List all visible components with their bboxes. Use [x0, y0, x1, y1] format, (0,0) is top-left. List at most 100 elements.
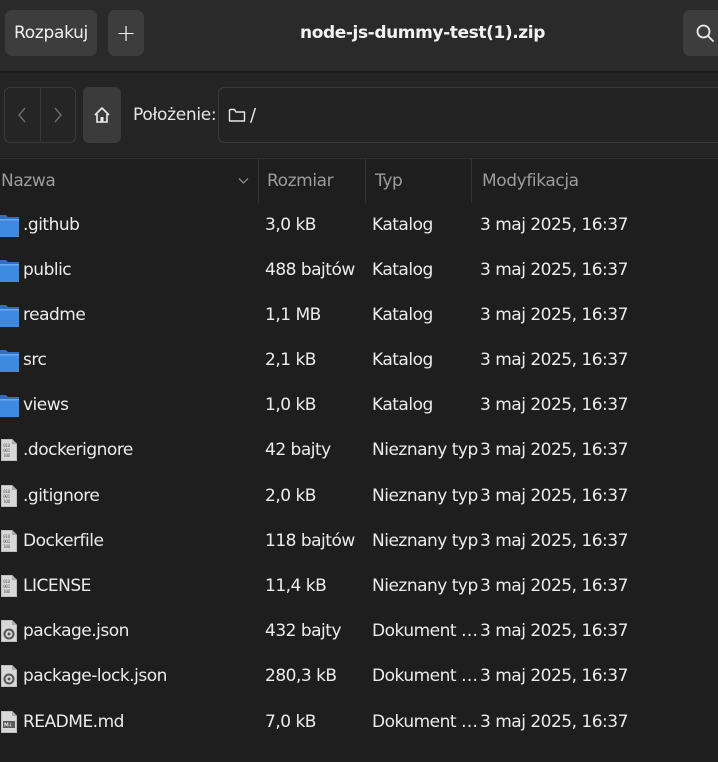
- file-row[interactable]: 010 001 100 .dockerignore 42 bajty Nieznan…: [0, 428, 718, 473]
- file-type: Nieznany typ: [372, 440, 478, 461]
- file-name: readme: [23, 304, 86, 325]
- file-name: views: [23, 395, 69, 416]
- folder-icon: [0, 383, 22, 428]
- extract-button-label: Rozpakuj: [13, 23, 88, 43]
- file-row[interactable]: package-lock.json 280,3 kB Dokument … 3 maj…: [0, 654, 718, 699]
- file-name: package-lock.json: [23, 666, 167, 687]
- file-modified: 3 maj 2025, 16:37: [480, 485, 628, 506]
- file-size: 1,1 MB: [265, 304, 321, 325]
- file-type: Dokument …: [372, 666, 478, 687]
- file-name: .dockerignore: [23, 440, 133, 461]
- file-row[interactable]: public 488 bajtów Katalog 3 maj 2025, 16:37: [0, 247, 718, 292]
- column-header-size[interactable]: Rozmiar: [267, 159, 334, 203]
- file-name: package.json: [23, 621, 129, 642]
- binary-file-icon: 010 001 100: [0, 473, 22, 518]
- binary-file-icon: 010 001 100: [0, 564, 22, 609]
- file-modified: 3 maj 2025, 16:37: [480, 304, 628, 325]
- folder-icon: [0, 247, 22, 292]
- file-row[interactable]: 010 001 100 Dockerfile 118 bajtów Nieznany…: [0, 518, 718, 563]
- file-row[interactable]: 010 001 100 .gitignore 2,0 kB Nieznany typ…: [0, 473, 718, 518]
- file-row[interactable]: views 1,0 kB Katalog 3 maj 2025, 16:37: [0, 383, 718, 428]
- file-name: LICENSE: [23, 576, 91, 596]
- folder-outline-icon: [228, 108, 246, 122]
- file-modified: 3 maj 2025, 16:37: [480, 711, 628, 732]
- search-icon: [696, 24, 714, 42]
- folder-icon: [0, 292, 22, 337]
- svg-text:M↓: M↓: [4, 722, 12, 728]
- file-name: README.md: [23, 711, 124, 732]
- file-modified: 3 maj 2025, 16:37: [480, 440, 628, 461]
- file-row[interactable]: readme 1,1 MB Katalog 3 maj 2025, 16:37: [0, 292, 718, 337]
- file-type: Katalog: [372, 350, 433, 371]
- file-list: .github 3,0 kB Katalog 3 maj 2025, 16:37 pu…: [0, 202, 718, 744]
- column-divider: [365, 159, 366, 203]
- back-button[interactable]: [5, 88, 40, 142]
- home-icon: [94, 107, 110, 123]
- json-file-icon: [0, 654, 22, 699]
- svg-text:100: 100: [3, 453, 11, 459]
- file-size: 488 bajtów: [265, 259, 355, 280]
- file-type: Katalog: [372, 304, 433, 325]
- file-name: src: [23, 350, 47, 371]
- column-divider: [258, 159, 259, 203]
- chevron-right-icon: [54, 107, 62, 123]
- svg-text:100: 100: [3, 589, 11, 595]
- file-row[interactable]: M↓ README.md 7,0 kB Dokument … 3 maj 2025, …: [0, 699, 718, 744]
- folder-icon: [0, 338, 22, 383]
- location-bar: Położenie: /: [0, 73, 718, 157]
- file-type: Nieznany typ: [372, 576, 478, 596]
- file-size: 11,4 kB: [265, 576, 327, 596]
- chevron-left-icon: [18, 107, 26, 123]
- file-row[interactable]: package.json 432 bajty Dokument … 3 maj 202…: [0, 609, 718, 654]
- file-type: Nieznany typ: [372, 530, 478, 551]
- location-path: /: [250, 104, 257, 126]
- file-type: Dokument …: [372, 711, 478, 732]
- binary-file-icon: 010 001 100: [0, 428, 22, 473]
- file-size: 7,0 kB: [265, 711, 316, 732]
- column-header-modified[interactable]: Modyfikacja: [482, 159, 579, 203]
- file-type: Dokument …: [372, 621, 478, 642]
- file-size: 432 bajty: [265, 621, 342, 642]
- file-size: 2,0 kB: [265, 485, 316, 506]
- file-type: Katalog: [372, 259, 433, 280]
- file-size: 2,1 kB: [265, 350, 316, 371]
- file-size: 280,3 kB: [265, 666, 337, 687]
- file-name: Dockerfile: [23, 530, 104, 551]
- file-modified: 3 maj 2025, 16:37: [480, 350, 628, 371]
- plus-icon: +: [115, 19, 137, 47]
- column-divider: [471, 159, 472, 203]
- chevron-down-icon[interactable]: [238, 159, 249, 203]
- binary-file-icon: 010 001 100: [0, 518, 22, 563]
- folder-icon: [0, 202, 22, 247]
- json-file-icon: [0, 609, 22, 654]
- file-modified: 3 maj 2025, 16:37: [480, 530, 628, 551]
- file-modified: 3 maj 2025, 16:37: [480, 666, 628, 687]
- file-name: .github: [23, 214, 80, 235]
- file-size: 118 bajtów: [265, 530, 355, 551]
- navigation-buttons: [4, 87, 76, 143]
- column-header-name[interactable]: Nazwa: [1, 159, 56, 203]
- file-modified: 3 maj 2025, 16:37: [480, 576, 628, 596]
- svg-text:100: 100: [3, 544, 11, 550]
- search-button[interactable]: [683, 10, 718, 56]
- extract-button[interactable]: Rozpakuj: [5, 10, 97, 56]
- file-modified: 3 maj 2025, 16:37: [480, 395, 628, 416]
- forward-button[interactable]: [39, 88, 76, 142]
- location-entry[interactable]: /: [218, 87, 718, 143]
- add-files-button[interactable]: +: [108, 10, 144, 56]
- file-size: 3,0 kB: [265, 214, 316, 235]
- file-row[interactable]: .github 3,0 kB Katalog 3 maj 2025, 16:37: [0, 202, 718, 247]
- file-row[interactable]: 010 001 100 LICENSE 11,4 kB Nieznany typ 3 …: [0, 564, 718, 609]
- column-headers: Nazwa Rozmiar Typ Modyfikacja: [0, 158, 718, 203]
- file-type: Nieznany typ: [372, 485, 478, 506]
- file-row[interactable]: src 2,1 kB Katalog 3 maj 2025, 16:37: [0, 338, 718, 383]
- location-label: Położenie:: [133, 105, 217, 125]
- header-bar: Rozpakuj + node-js-dummy-test(1).zip: [0, 0, 718, 72]
- file-type: Katalog: [372, 395, 433, 416]
- window-title: node-js-dummy-test(1).zip: [300, 23, 545, 43]
- column-header-type[interactable]: Typ: [375, 159, 403, 203]
- home-button[interactable]: [83, 87, 121, 143]
- file-modified: 3 maj 2025, 16:37: [480, 259, 628, 280]
- file-modified: 3 maj 2025, 16:37: [480, 214, 628, 235]
- svg-text:100: 100: [3, 499, 11, 505]
